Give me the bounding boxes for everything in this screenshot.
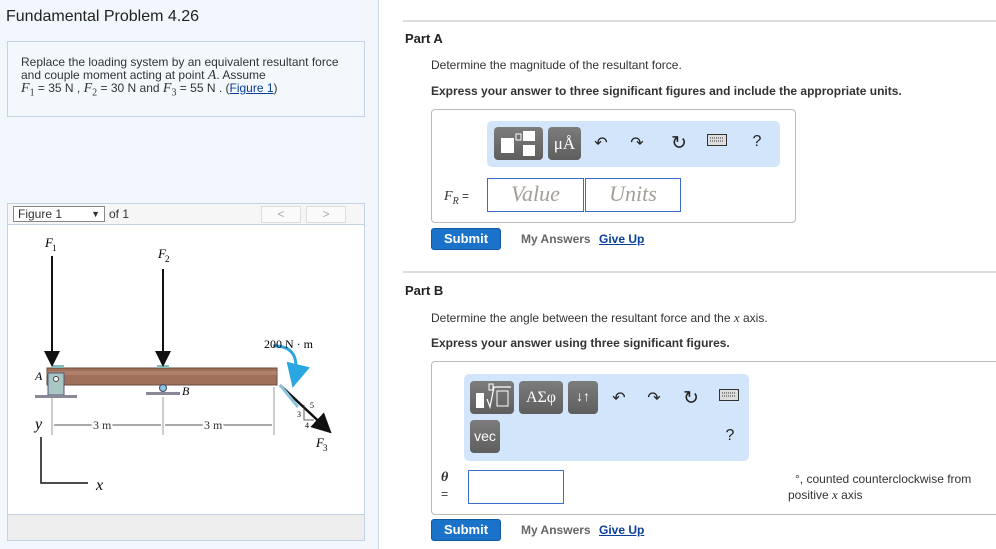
question-text: axis. xyxy=(739,311,768,325)
f2-sub-label: 2 xyxy=(165,254,170,264)
f3-value: = 55 N xyxy=(176,81,216,95)
part-a-question: Determine the magnitude of the resultant… xyxy=(431,58,682,72)
f2-value: = 30 N xyxy=(97,81,137,95)
part-a-submit-button[interactable]: Submit xyxy=(431,228,501,250)
dim-label-1: 3 m xyxy=(93,418,112,432)
ground-a xyxy=(35,395,77,398)
pad-f2 xyxy=(157,365,169,368)
part-a-instruction: Express your answer to three significant… xyxy=(431,84,902,98)
fraction-template-icon xyxy=(501,131,535,156)
problem-statement: Replace the loading system by an equival… xyxy=(7,41,365,117)
slope-5: 5 xyxy=(310,401,314,410)
f3-link xyxy=(278,384,300,408)
value-input[interactable]: Value xyxy=(487,178,584,212)
beam-grain xyxy=(47,371,277,375)
angle-input[interactable] xyxy=(468,470,564,504)
suffix-line-1: °, counted counterclockwise from xyxy=(795,472,972,486)
point-a-label: A xyxy=(34,369,43,383)
equals: = xyxy=(441,487,449,501)
part-b-answer-box: ΑΣφ ↓↑ vec ↶ ↷ ↻ ? θ = °, counted counter… xyxy=(431,361,996,515)
next-figure-button[interactable]: > xyxy=(306,206,346,223)
point-b-label: B xyxy=(182,384,190,398)
slope-3: 3 xyxy=(297,410,301,419)
suffix-text: axis xyxy=(837,488,863,502)
problem-panel: Fundamental Problem 4.26 Replace the loa… xyxy=(0,0,379,549)
part-a-title: Part A xyxy=(405,31,443,46)
statement-text: . Assume xyxy=(216,68,266,82)
figure-toolbar: Figure 1 ▼ of 1 < > xyxy=(7,203,365,225)
math-toolbar: ΑΣφ ↓↑ vec ↶ ↷ ↻ ? xyxy=(464,374,749,461)
part-b-submit-button[interactable]: Submit xyxy=(431,519,501,541)
f1-value: = 35 N xyxy=(34,81,74,95)
part-a-give-up-link[interactable]: Give Up xyxy=(599,232,644,246)
statement-text: Replace the loading system by an equival… xyxy=(21,55,339,82)
part-b-title: Part B xyxy=(405,283,444,298)
greek-button[interactable]: ΑΣφ xyxy=(519,381,563,414)
ground-b xyxy=(146,392,180,395)
units-input[interactable]: Units xyxy=(585,178,681,212)
units-button[interactable]: μÅ xyxy=(548,127,581,160)
roller-b xyxy=(159,384,167,392)
prev-figure-button[interactable]: < xyxy=(261,206,301,223)
help-icon[interactable]: ? xyxy=(722,427,738,445)
equals: = xyxy=(458,189,470,203)
part-b-question: Determine the angle between the resultan… xyxy=(431,310,768,326)
fr-label: FR = xyxy=(444,187,469,207)
angle-units-text: °, counted counterclockwise from positiv… xyxy=(788,471,971,503)
x-axis-label: x xyxy=(95,477,103,494)
and-text: and xyxy=(136,81,163,95)
dim-label-2: 3 m xyxy=(204,418,223,432)
keyboard-icon[interactable] xyxy=(718,388,740,406)
theta-label: θ = xyxy=(441,470,448,502)
figure-area: F 1 F 2 F 3 200 N · m A B 3 4 5 3 m 3 m … xyxy=(7,225,365,514)
divider xyxy=(403,271,996,273)
undo-icon[interactable]: ↶ xyxy=(609,388,629,408)
templates-button[interactable] xyxy=(470,381,514,414)
vec-button[interactable]: vec xyxy=(470,420,500,453)
y-axis-label: y xyxy=(33,416,43,433)
part-b-my-answers[interactable]: My Answers xyxy=(521,523,591,537)
figure-link[interactable]: Figure 1 xyxy=(230,81,274,95)
part-a-answer-box: μÅ ↶ ↷ ↻ ? FR = Value Units xyxy=(431,109,796,223)
arrows-button[interactable]: ↓↑ xyxy=(568,381,598,414)
slope-4: 4 xyxy=(305,421,309,430)
suffix-text: positive xyxy=(788,488,833,502)
moment-label: 200 N · m xyxy=(264,337,314,351)
question-text: Determine the angle between the resultan… xyxy=(431,311,734,325)
part-b-give-up-link[interactable]: Give Up xyxy=(599,523,644,537)
pad-f1 xyxy=(52,365,64,368)
dropdown-arrow-icon: ▼ xyxy=(91,209,100,219)
keyboard-icon[interactable] xyxy=(706,133,728,151)
problem-title: Fundamental Problem 4.26 xyxy=(6,8,199,25)
help-icon[interactable]: ? xyxy=(749,133,765,151)
suffix-line-2: positive x axis xyxy=(788,487,971,503)
figure-select-value: Figure 1 xyxy=(18,207,63,221)
f1-sub-label: 1 xyxy=(52,243,57,253)
beam-diagram: F 1 F 2 F 3 200 N · m A B 3 4 5 3 m 3 m … xyxy=(33,235,332,494)
part-b-instruction: Express your answer using three signific… xyxy=(431,336,730,350)
undo-icon[interactable]: ↶ xyxy=(591,133,611,153)
redo-icon[interactable]: ↷ xyxy=(644,388,664,408)
f2-symbol: F xyxy=(83,81,93,96)
reset-icon[interactable]: ↻ xyxy=(680,387,702,410)
figure-select[interactable]: Figure 1 ▼ xyxy=(13,206,105,222)
figure-count: of 1 xyxy=(109,207,130,221)
theta-symbol: θ xyxy=(441,470,449,485)
reset-icon[interactable]: ↻ xyxy=(668,132,690,155)
templates-button[interactable] xyxy=(494,127,543,160)
math-toolbar: μÅ ↶ ↷ ↻ ? xyxy=(487,121,780,167)
divider xyxy=(403,20,996,22)
beam xyxy=(46,367,278,386)
pin xyxy=(53,376,59,382)
f3-sub-label: 3 xyxy=(323,443,328,453)
figure-footer xyxy=(7,514,365,541)
part-a-my-answers[interactable]: My Answers xyxy=(521,232,591,246)
redo-icon[interactable]: ↷ xyxy=(627,133,647,153)
root-template-icon xyxy=(476,383,511,410)
fr-symbol: F xyxy=(444,189,453,204)
xy-axes xyxy=(40,437,88,484)
f1-symbol: F xyxy=(21,81,30,96)
